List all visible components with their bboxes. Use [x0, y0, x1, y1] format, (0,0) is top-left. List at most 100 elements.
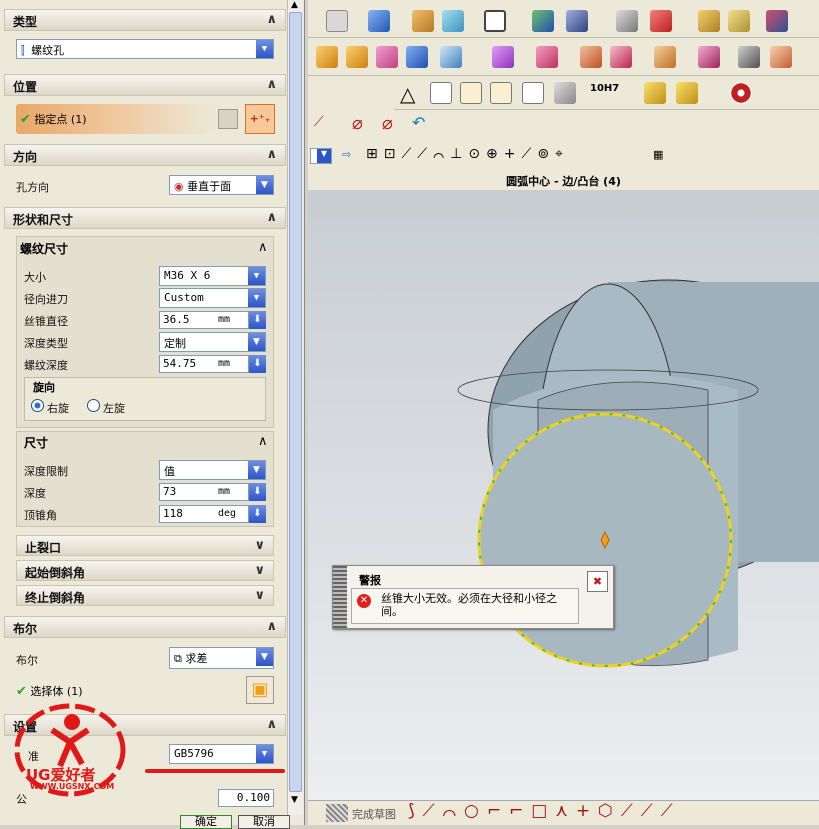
snap-point-tools[interactable]: ⊞⊡⟋⟋⌒⊥⊙⊕+⟋⊚⌖ [366, 146, 569, 162]
surface-icon[interactable] [442, 10, 464, 32]
undo-arrow-icon[interactable]: ↶ [412, 113, 425, 132]
delete-face-icon[interactable] [580, 46, 602, 68]
sketch-tool-icon[interactable] [326, 10, 348, 32]
left-hand-radio[interactable] [87, 399, 100, 412]
standard-select[interactable]: GB5796 ▼ [169, 744, 274, 764]
diameter-icon[interactable]: ⌀ [352, 113, 363, 134]
depth-limit-label: 深度限制 [24, 465, 68, 478]
grid-icon[interactable] [460, 82, 482, 104]
scrollbar-thumb[interactable] [289, 12, 302, 792]
expand-icon: ∨ [254, 588, 265, 603]
right-hand-label: 右旋 [47, 402, 69, 415]
watermark-underline [145, 769, 285, 773]
weld-icon[interactable] [554, 82, 576, 104]
scroll-down-icon[interactable]: ▼ [291, 795, 298, 805]
depth-label: 深度 [24, 487, 46, 500]
move-face-icon[interactable] [492, 46, 514, 68]
direction-section-header[interactable]: 方向 ∧ [4, 144, 286, 166]
relief-section-header[interactable]: 止裂口 ∨ [16, 535, 274, 556]
table-icon[interactable] [430, 82, 452, 104]
grid-snap-icon[interactable]: ▦ [653, 148, 663, 161]
sketch-icon[interactable] [218, 109, 238, 129]
scroll-up-icon[interactable]: ▲ [291, 0, 298, 10]
end-chamfer-section-header[interactable]: 终止倒斜角 ∨ [16, 585, 274, 606]
alert-message: 丝锥大小无效。必须在大径和小径之间。 [381, 592, 557, 618]
filter-dropdown[interactable]: ▼ [310, 148, 332, 164]
play-icon[interactable] [766, 10, 788, 32]
pattern-face-icon[interactable] [698, 46, 720, 68]
right-hand-radio[interactable] [31, 399, 44, 412]
left-hand-label: 左旋 [103, 402, 125, 415]
blend-icon[interactable] [376, 46, 398, 68]
linked-face-icon[interactable] [738, 46, 760, 68]
offset-face-icon[interactable] [536, 46, 558, 68]
circles-icon[interactable] [490, 82, 512, 104]
chevron-down-icon: ▼ [248, 461, 265, 479]
extrude-icon[interactable] [532, 10, 554, 32]
collapse-icon[interactable]: ∧ [258, 240, 268, 255]
thread-depth-menu-icon[interactable]: ⬇ [249, 355, 266, 373]
select-body-row[interactable]: ✔ 选择体 (1) [16, 683, 82, 699]
revolve-icon[interactable] [566, 10, 588, 32]
diameter2-icon[interactable]: ⌀ [382, 113, 393, 134]
depth-menu-icon[interactable]: ⬇ [249, 483, 266, 501]
dialog-scrollbar[interactable]: ▲ ▼ [287, 0, 303, 815]
replace-face-icon[interactable] [610, 46, 632, 68]
start-chamfer-section-header[interactable]: 起始倒斜角 ∨ [16, 560, 274, 581]
layer-icon[interactable] [616, 10, 638, 32]
boolean-section-header[interactable]: 布尔 ∧ [4, 616, 286, 638]
sketch-curve-tools[interactable]: ⟆⟋⌒○⌐⌐□⋏+⬡⟋⟋⟋ [408, 801, 681, 821]
tolerance-input[interactable]: 0.100 [218, 789, 274, 807]
resize-icon[interactable] [654, 46, 676, 68]
arrow-right-icon[interactable]: ⇨ [342, 148, 351, 161]
sweep-icon[interactable] [316, 46, 338, 68]
tap-diameter-menu-icon[interactable]: ⬇ [249, 311, 266, 329]
shape-section-header[interactable]: 形状和尺寸 ∧ [4, 207, 286, 229]
loft-icon[interactable] [346, 46, 368, 68]
type-section-header[interactable]: 类型 ∧ [4, 9, 286, 31]
thread-depth-input[interactable]: 54.75 mm [159, 355, 249, 373]
block-icon[interactable] [368, 10, 390, 32]
triangle-icon[interactable]: △ [400, 82, 415, 106]
cancel-button[interactable]: 取消 [238, 815, 290, 829]
finish-sketch-icon[interactable] [326, 804, 348, 822]
bearing-icon[interactable] [730, 82, 752, 104]
collapse-icon: ∧ [266, 77, 277, 92]
finish-sketch-label[interactable]: 完成草图 [352, 806, 396, 822]
chevron-down-icon: ▼ [248, 267, 265, 285]
collapse-icon[interactable]: ∧ [258, 434, 268, 449]
size-select[interactable]: M36 X 6 ▼ [159, 266, 266, 286]
boolean-select[interactable]: ⧉ 求差 ▼ [169, 647, 274, 669]
tip-angle-menu-icon[interactable]: ⬇ [249, 505, 266, 523]
component-icon[interactable] [676, 82, 698, 104]
mirror-face-icon[interactable] [770, 46, 792, 68]
graphics-window[interactable] [308, 190, 819, 800]
close-icon[interactable]: ✖ [587, 571, 608, 592]
drag-handle[interactable] [333, 566, 347, 628]
ok-button[interactable]: 确定 [180, 815, 232, 829]
feature-icon[interactable] [412, 10, 434, 32]
select-body-button[interactable]: ▣ [246, 676, 274, 704]
rectangle-icon[interactable] [484, 10, 506, 32]
arc-tool-icon[interactable]: ⟋ [314, 114, 324, 130]
tolerance-tool[interactable]: 10H7 [590, 83, 619, 94]
shell-icon[interactable] [406, 46, 428, 68]
wizard-icon[interactable] [698, 10, 720, 32]
position-section-header[interactable]: 位置 ∧ [4, 74, 286, 96]
box-icon[interactable] [440, 46, 462, 68]
assembly-icon[interactable] [644, 82, 666, 104]
radial-engage-select[interactable]: Custom ▼ [159, 288, 266, 308]
tap-diameter-input[interactable]: 36.5 mm [159, 311, 249, 329]
depth-input[interactable]: 73 mm [159, 483, 249, 501]
point-dialog-button[interactable]: +⁺₊ [245, 104, 275, 134]
tree-icon[interactable] [650, 10, 672, 32]
depth-type-select[interactable]: 定制 ▼ [159, 332, 266, 352]
hole-direction-select[interactable]: ◉ 垂直于面 ▼ [169, 175, 274, 195]
note-icon[interactable] [522, 82, 544, 104]
specify-point-row[interactable]: ✔ 指定点 (1) [16, 104, 216, 134]
hole-type-select[interactable]: ⫿ 螺纹孔 ▼ [16, 39, 274, 59]
help-icon[interactable] [728, 10, 750, 32]
tip-angle-input[interactable]: 118 deg [159, 505, 249, 523]
toolbar-row-3: △ 10H7 [394, 78, 819, 110]
depth-limit-select[interactable]: 值 ▼ [159, 460, 266, 480]
